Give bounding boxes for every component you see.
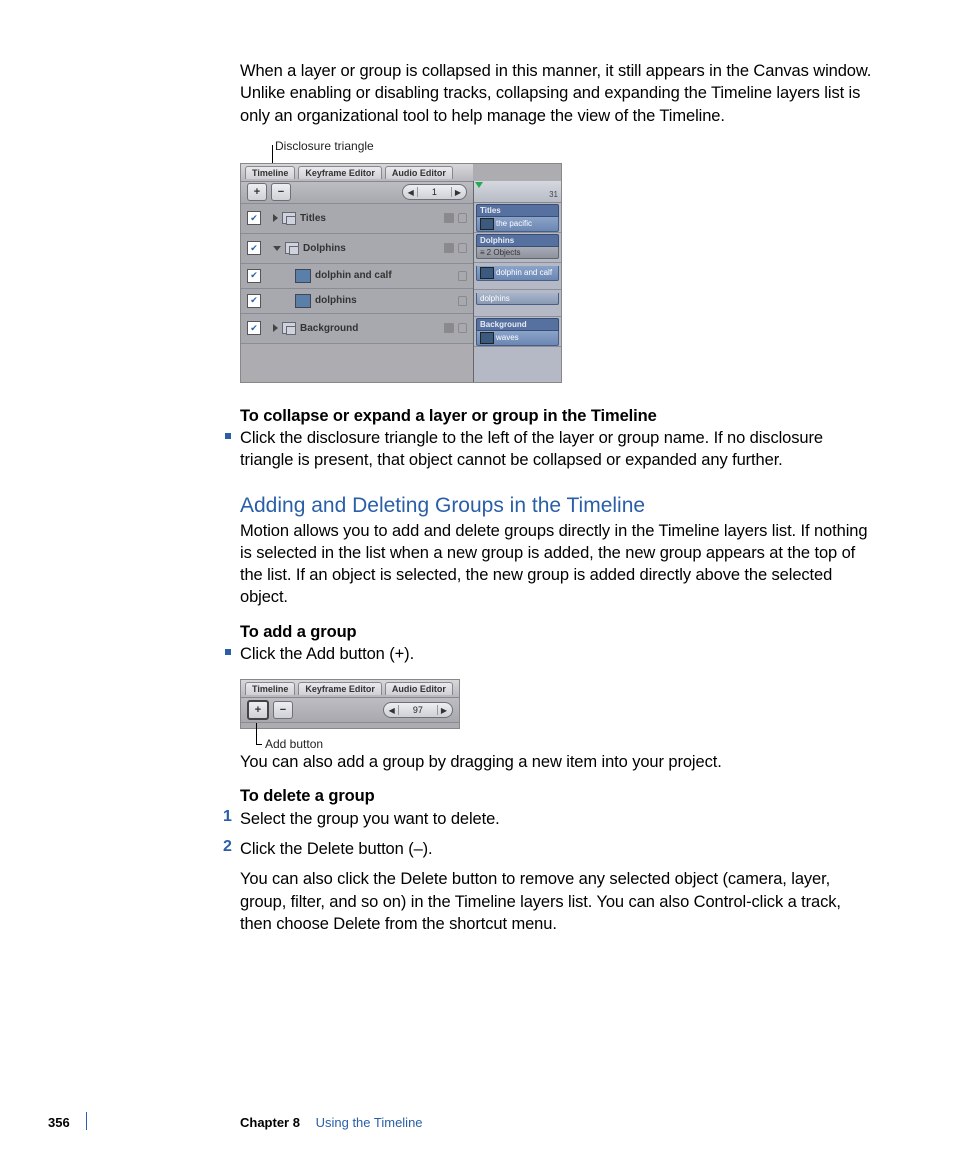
footer-rule xyxy=(86,1112,87,1130)
group-icon xyxy=(285,242,299,254)
delete-step-1: Select the group you want to delete. xyxy=(240,808,874,830)
track-clip[interactable]: dolphins xyxy=(476,293,559,305)
disclosure-triangle-icon[interactable] xyxy=(273,324,278,332)
visibility-checkbox[interactable]: ✔ xyxy=(247,321,261,335)
callout-disclosure-triangle: Disclosure triangle xyxy=(275,139,374,153)
track-clip[interactable]: dolphin and calf xyxy=(476,266,559,281)
playhead-icon[interactable] xyxy=(475,182,483,188)
row-icon xyxy=(444,323,454,333)
figure-timeline-layers: Disclosure triangle Timeline Keyframe Ed… xyxy=(240,145,560,383)
callout-add-button: Add button xyxy=(265,737,323,751)
delete-group-heading: To delete a group xyxy=(240,785,874,807)
lock-icon[interactable] xyxy=(458,323,467,333)
bullet-icon xyxy=(225,433,231,439)
delete-button[interactable]: − xyxy=(273,701,293,719)
visibility-checkbox[interactable]: ✔ xyxy=(247,241,261,255)
group-icon xyxy=(282,322,296,334)
lock-icon[interactable] xyxy=(458,213,467,223)
tab-audio-editor[interactable]: Audio Editor xyxy=(385,682,453,695)
chapter-number: Chapter 8 xyxy=(240,1115,300,1130)
row-icon xyxy=(444,243,454,253)
visibility-checkbox[interactable]: ✔ xyxy=(247,269,261,283)
delete-button[interactable]: − xyxy=(271,183,291,201)
disclosure-triangle-icon[interactable] xyxy=(273,246,281,251)
collapse-instruction: Click the disclosure triangle to the lef… xyxy=(240,427,874,472)
add-button[interactable]: + xyxy=(247,700,269,720)
tab-audio-editor[interactable]: Audio Editor xyxy=(385,166,453,179)
page-number: 356 xyxy=(48,1115,70,1130)
tab-bar: Timeline Keyframe Editor Audio Editor xyxy=(241,680,459,698)
disclosure-triangle-icon[interactable] xyxy=(273,214,278,222)
add-group-instruction: Click the Add button (+). xyxy=(240,643,874,665)
lock-icon[interactable] xyxy=(458,296,467,306)
section-heading: Adding and Deleting Groups in the Timeli… xyxy=(240,494,874,518)
intro-paragraph: When a layer or group is collapsed in th… xyxy=(240,60,874,127)
tab-keyframe-editor[interactable]: Keyframe Editor xyxy=(298,166,382,179)
track-header: Titles xyxy=(476,204,559,217)
stepper-left-icon[interactable]: ◀ xyxy=(405,188,417,197)
step-number: 2 xyxy=(223,838,232,856)
track-clip[interactable]: the pacific xyxy=(476,217,559,232)
layer-row-dolphins-clip[interactable]: ✔ dolphins xyxy=(241,289,473,314)
lock-icon[interactable] xyxy=(458,271,467,281)
collapse-heading: To collapse or expand a layer or group i… xyxy=(240,405,874,427)
layer-thumbnail xyxy=(295,294,311,308)
add-group-heading: To add a group xyxy=(240,621,874,643)
frame-value: 97 xyxy=(398,705,438,715)
track-clip[interactable]: waves xyxy=(476,331,559,346)
group-icon xyxy=(282,212,296,224)
tab-timeline[interactable]: Timeline xyxy=(245,166,295,179)
timeline-track-area: 31 Titles the pacific Dolphins ≡ 2 Objec… xyxy=(473,181,561,382)
add-button[interactable]: + xyxy=(247,183,267,201)
layer-row-background[interactable]: ✔ Background xyxy=(241,314,473,344)
stepper-right-icon[interactable]: ▶ xyxy=(438,706,450,715)
track-header: Background xyxy=(476,318,559,331)
frame-stepper[interactable]: ◀ 1 ▶ xyxy=(402,184,467,200)
visibility-checkbox[interactable]: ✔ xyxy=(247,294,261,308)
layer-thumbnail xyxy=(295,269,311,283)
layer-row-dolphin-calf[interactable]: ✔ dolphin and calf xyxy=(241,264,473,289)
delete-paragraph: You can also click the Delete button to … xyxy=(240,868,874,935)
stepper-left-icon[interactable]: ◀ xyxy=(386,706,398,715)
track-summary[interactable]: ≡ 2 Objects xyxy=(476,247,559,259)
row-icon xyxy=(444,213,454,223)
figure-add-button: Timeline Keyframe Editor Audio Editor + … xyxy=(240,679,460,729)
chapter-title: Using the Timeline xyxy=(316,1115,423,1130)
visibility-checkbox[interactable]: ✔ xyxy=(247,211,261,225)
layer-row-titles[interactable]: ✔ Titles xyxy=(241,204,473,234)
layer-row-dolphins[interactable]: ✔ Dolphins xyxy=(241,234,473,264)
bullet-icon xyxy=(225,649,231,655)
stepper-right-icon[interactable]: ▶ xyxy=(452,188,464,197)
delete-step-2: Click the Delete button (–). xyxy=(240,838,874,860)
lock-icon[interactable] xyxy=(458,243,467,253)
tab-keyframe-editor[interactable]: Keyframe Editor xyxy=(298,682,382,695)
tab-bar: Timeline Keyframe Editor Audio Editor xyxy=(241,164,473,182)
step-number: 1 xyxy=(223,808,232,826)
timeline-ruler[interactable]: 31 xyxy=(474,181,561,203)
frame-stepper[interactable]: ◀ 97 ▶ xyxy=(383,702,453,718)
tab-timeline[interactable]: Timeline xyxy=(245,682,295,695)
track-header: Dolphins xyxy=(476,234,559,247)
section-paragraph: Motion allows you to add and delete grou… xyxy=(240,520,874,609)
add-paragraph-2: You can also add a group by dragging a n… xyxy=(240,751,874,773)
frame-value: 1 xyxy=(417,187,452,197)
